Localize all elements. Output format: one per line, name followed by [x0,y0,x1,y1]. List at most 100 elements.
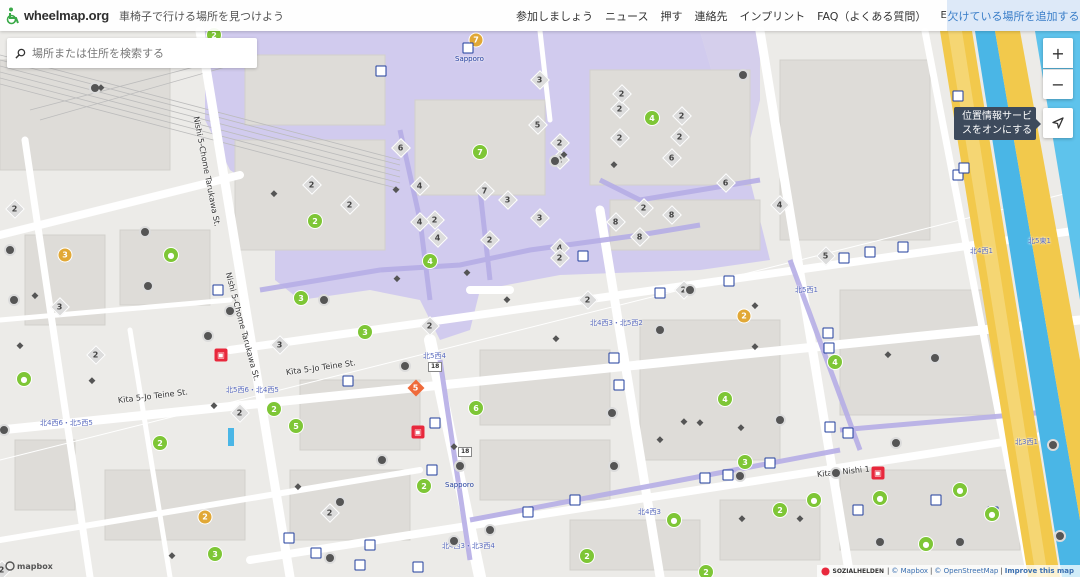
place-marker-unknown[interactable] [324,552,336,564]
search-box[interactable] [7,38,257,68]
place-marker-unknown[interactable] [1054,530,1066,542]
place-marker-unknown[interactable] [874,536,886,548]
locate-button[interactable] [1043,108,1073,138]
place-marker-unknown[interactable] [734,470,746,482]
place-type-icon[interactable]: ◆ [558,149,570,161]
place-cluster-marker[interactable]: 2 [197,509,213,525]
train-station-icon[interactable]: ▣ [871,466,885,480]
accessible-place-icon[interactable]: ● [984,506,1000,522]
place-marker-unknown[interactable] [4,244,16,256]
place-cluster-marker[interactable]: 4 [644,110,660,126]
place-marker-unknown[interactable] [830,467,842,479]
place-marker-unknown[interactable] [954,536,966,548]
bus-stop-icon[interactable] [212,284,224,296]
place-marker-unknown[interactable] [202,330,214,342]
bus-stop-icon[interactable] [958,162,970,174]
bus-stop-icon[interactable] [426,464,438,476]
place-cluster-marker[interactable]: 3 [207,546,223,562]
mapbox-logo[interactable]: mapbox [5,561,53,571]
place-marker-unknown[interactable] [142,280,154,292]
bus-stop-icon[interactable] [838,252,850,264]
train-station-icon[interactable]: ▣ [214,348,228,362]
place-marker-unknown[interactable] [376,454,388,466]
place-cluster-marker[interactable]: 3 [57,247,73,263]
nav-news[interactable]: ニュース [605,8,648,24]
bus-stop-icon[interactable] [412,561,424,573]
bus-stop-icon[interactable] [613,379,625,391]
bus-stop-icon[interactable] [864,246,876,258]
place-marker-unknown[interactable] [929,352,941,364]
improve-map-link[interactable]: Improve this map [1005,567,1074,575]
place-type-icon[interactable]: ◆ [448,441,460,453]
bus-stop-icon[interactable] [522,506,534,518]
place-cluster-marker[interactable]: 7 [472,144,488,160]
place-marker-unknown[interactable] [890,437,902,449]
place-cluster-marker[interactable]: 2 [579,548,595,564]
place-marker-unknown[interactable] [448,535,460,547]
place-cluster-marker[interactable]: 4 [422,253,438,269]
place-type-icon[interactable]: ◆ [390,184,402,196]
place-cluster-marker[interactable]: 2 [266,401,282,417]
bus-stop-icon[interactable] [852,504,864,516]
accessible-place-icon[interactable]: ● [872,490,888,506]
bus-stop-icon[interactable] [764,457,776,469]
place-type-icon[interactable]: ◆ [749,300,761,312]
place-type-icon[interactable]: ◆ [608,159,620,171]
bus-stop-icon[interactable] [569,494,581,506]
place-type-icon[interactable]: ◆ [461,267,473,279]
bus-stop-icon[interactable] [842,427,854,439]
place-marker-unknown[interactable] [399,360,411,372]
bus-stop-icon[interactable] [310,547,322,559]
place-type-icon[interactable]: ◆ [268,188,280,200]
add-missing-place-button[interactable]: 欠けている場所を追加する [947,0,1080,31]
place-type-icon[interactable]: ◆ [794,513,806,525]
place-marker-unknown[interactable] [334,496,346,508]
bus-stop-icon[interactable] [354,559,366,571]
place-marker-unknown[interactable] [774,414,786,426]
place-cluster-marker[interactable]: 4 [717,391,733,407]
map-canvas[interactable]: Nishi 5-Chome Tarukawa St. Nishi 5-Chome… [0,0,1080,577]
place-type-icon[interactable]: ◆ [391,273,403,285]
place-marker-unknown[interactable] [8,294,20,306]
place-type-icon[interactable]: ◆ [86,375,98,387]
bus-stop-icon[interactable] [654,287,666,299]
place-marker-unknown[interactable] [454,460,466,472]
place-marker-unknown[interactable] [737,69,749,81]
place-cluster-marker[interactable]: 4 [827,354,843,370]
place-marker-unknown[interactable] [606,407,618,419]
bus-stop-icon[interactable] [952,90,964,102]
place-marker-unknown[interactable] [608,460,620,472]
bus-stop-icon[interactable] [699,472,711,484]
place-cluster-marker[interactable]: 2 [698,564,714,577]
nav-get-involved[interactable]: 参加しましょう [516,8,593,24]
place-type-icon[interactable]: ◆ [735,422,747,434]
bus-stop-icon[interactable] [577,250,589,262]
accessible-place-icon[interactable]: ● [918,536,934,552]
bus-stop-icon[interactable] [283,532,295,544]
place-type-icon[interactable]: ◆ [654,434,666,446]
bus-stop-icon[interactable] [364,539,376,551]
nav-contact[interactable]: 連絡先 [694,8,727,24]
place-type-icon[interactable]: ◆ [736,513,748,525]
bus-stop-icon[interactable] [462,42,474,54]
accessible-place-icon[interactable]: ● [666,512,682,528]
sozialhelden-link[interactable]: SOZIALHELDEN [833,568,885,575]
place-type-icon[interactable]: ◆ [166,550,178,562]
place-marker-unknown[interactable] [224,305,236,317]
search-input[interactable] [30,45,244,61]
place-type-icon[interactable]: ◆ [292,481,304,493]
nav-press[interactable]: 押す [660,8,682,24]
place-type-icon[interactable]: ◆ [208,400,220,412]
place-type-icon[interactable]: ◆ [694,417,706,429]
bus-stop-icon[interactable] [824,421,836,433]
place-marker-unknown[interactable] [654,324,666,336]
place-cluster-marker[interactable]: 5 [288,418,304,434]
place-cluster-marker[interactable]: 2 [152,435,168,451]
place-marker-unknown[interactable] [318,294,330,306]
nav-imprint[interactable]: インプリント [739,8,805,24]
place-marker-unknown[interactable] [139,226,151,238]
place-marker-unknown[interactable] [1047,439,1059,451]
logo[interactable]: wheelmap.org [6,7,109,25]
place-marker-unknown[interactable] [484,524,496,536]
accessible-place-icon[interactable]: ● [952,482,968,498]
